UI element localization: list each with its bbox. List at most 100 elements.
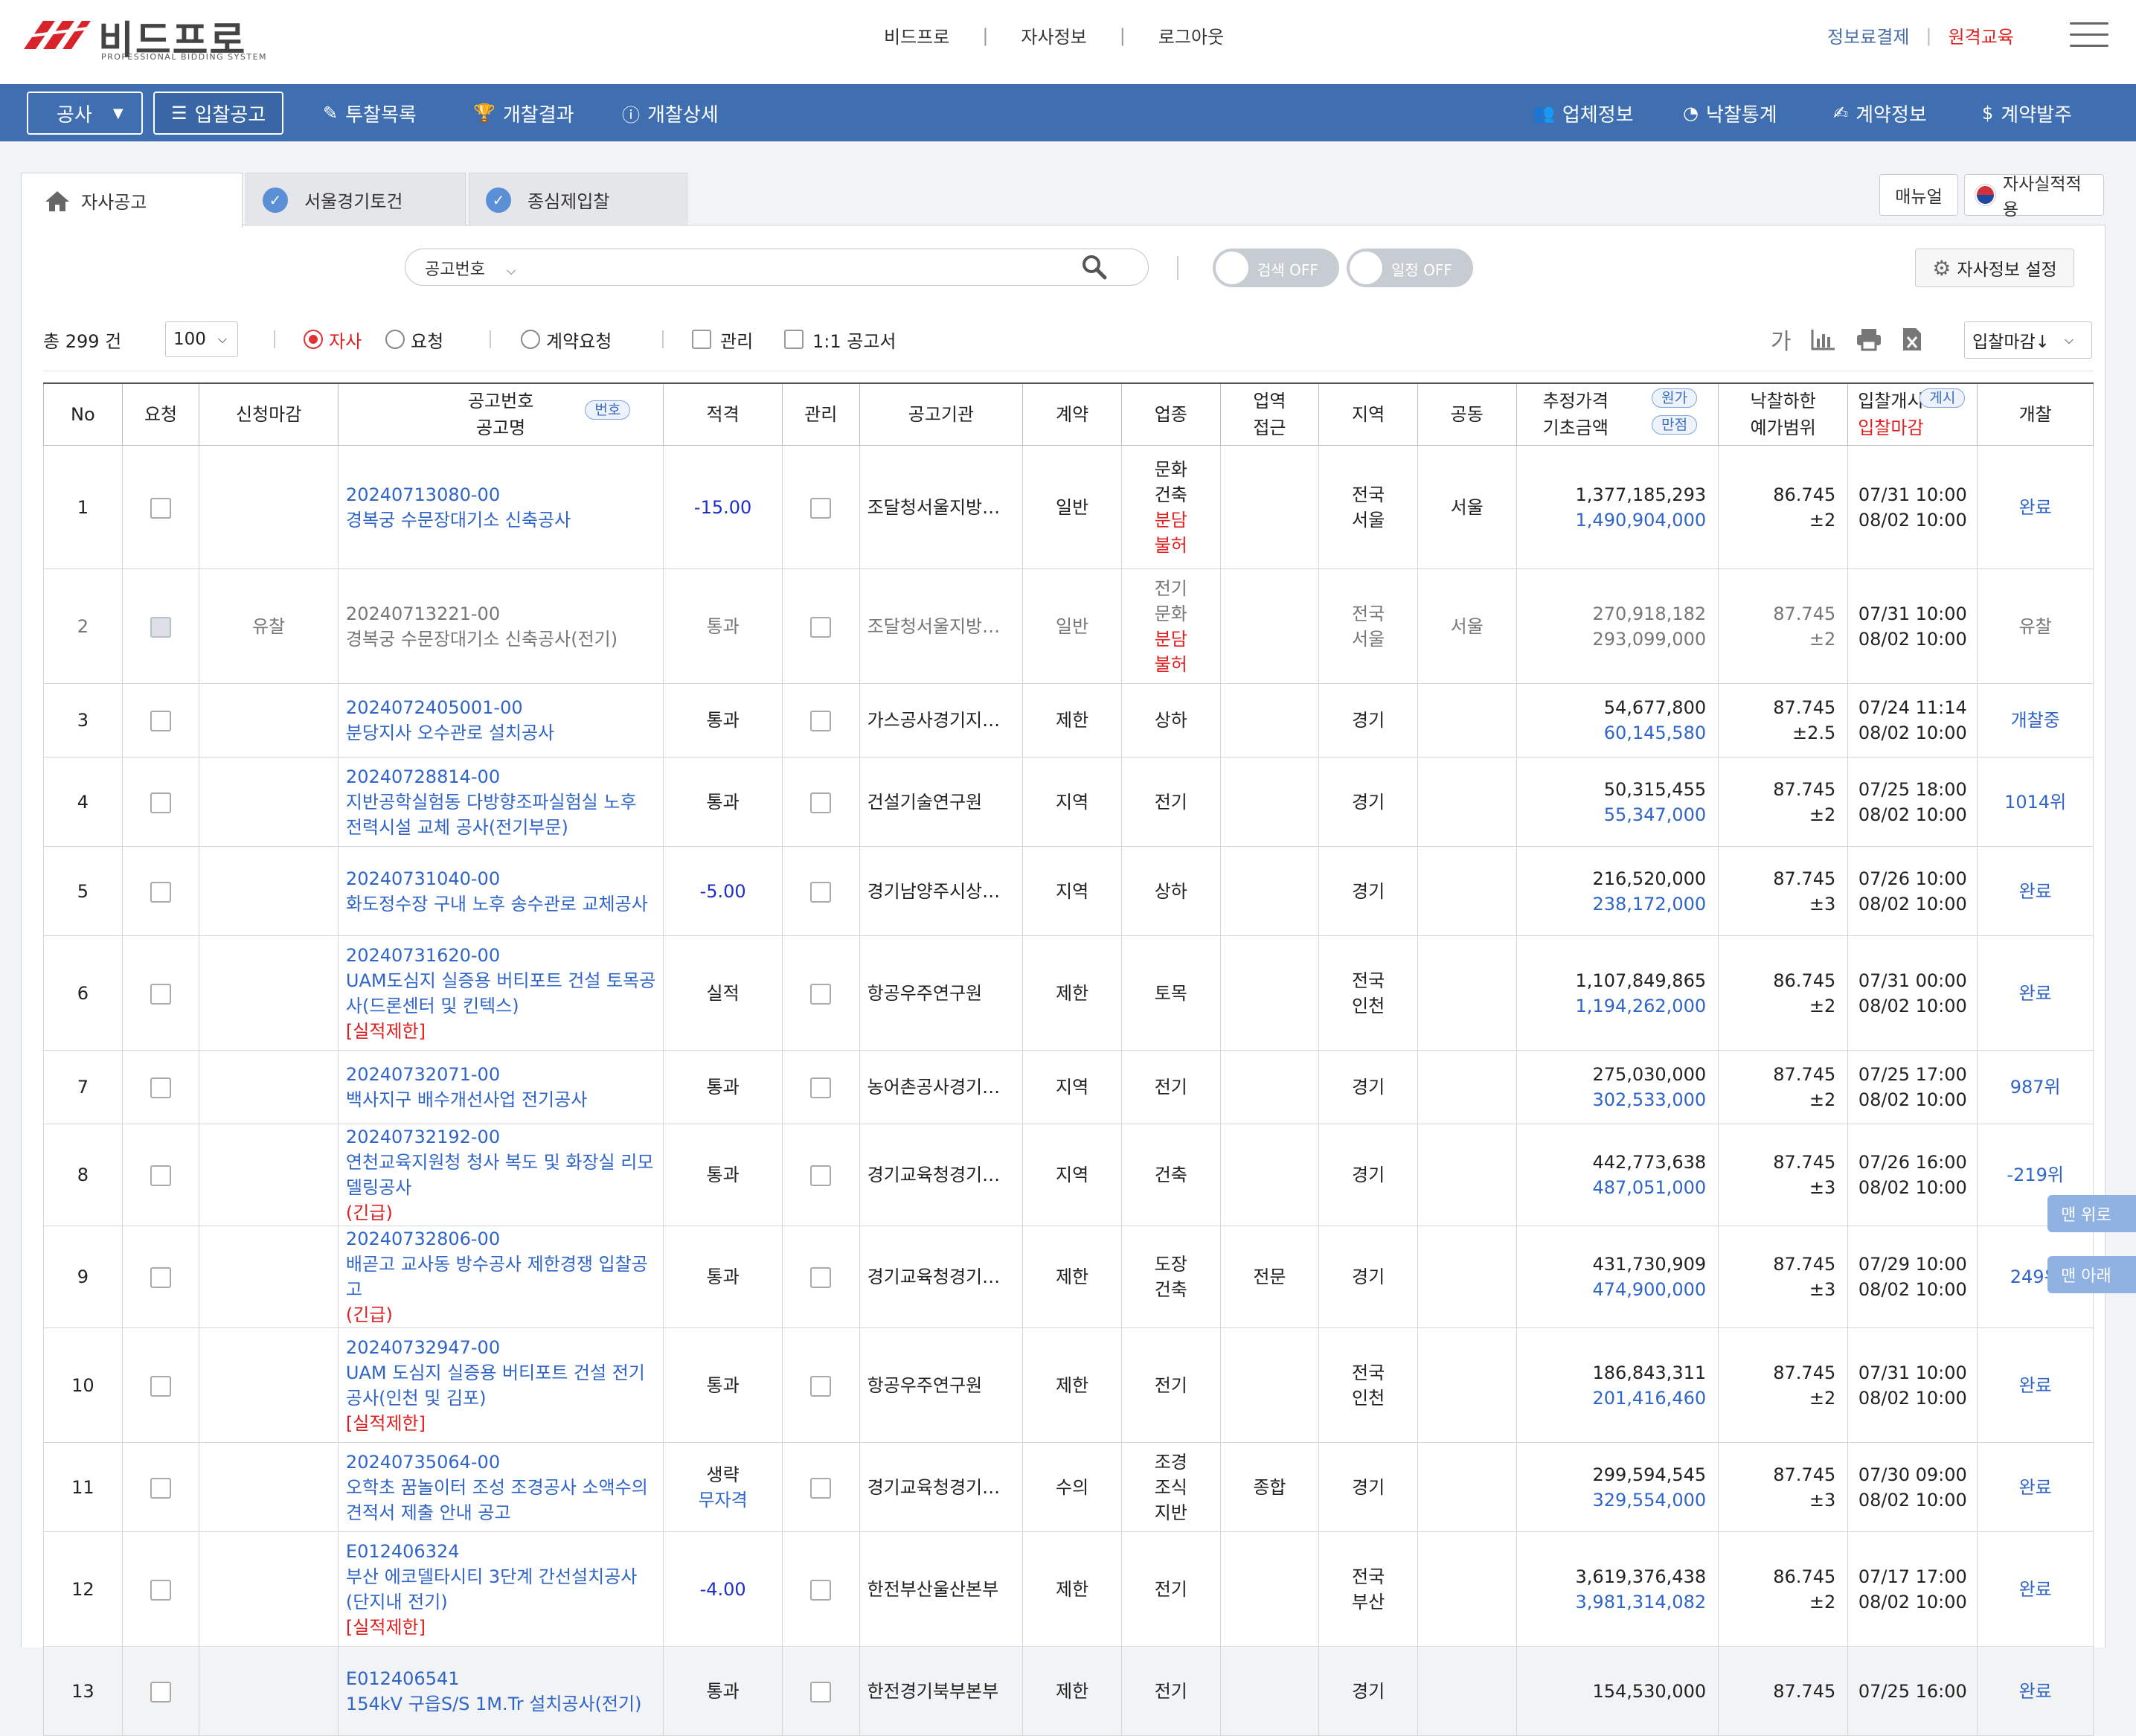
opening-status[interactable]: 완료: [1978, 879, 2093, 904]
cell-opening[interactable]: 완료: [1977, 1442, 2094, 1532]
opening-status[interactable]: 완료: [1978, 1577, 2093, 1602]
manage-checkbox[interactable]: [810, 792, 832, 813]
nav-opening-detail[interactable]: ⓘ 개찰상세: [622, 92, 719, 135]
check-one-to-one[interactable]: 1:1 공고서: [784, 320, 897, 359]
request-checkbox[interactable]: [150, 1579, 172, 1601]
opening-status[interactable]: 유찰: [1978, 614, 2093, 639]
cell-manage[interactable]: [781, 445, 860, 569]
notice-code[interactable]: 20240732806-00: [346, 1226, 657, 1252]
cost-pill[interactable]: 원가: [1652, 388, 1698, 408]
base-amount-value[interactable]: 60,145,580: [1517, 720, 1706, 746]
notice-code[interactable]: E012406541: [346, 1666, 657, 1691]
notice-title[interactable]: 화도정수장 구내 노후 송수관로 교체공사: [346, 891, 657, 917]
request-checkbox[interactable]: [150, 1375, 172, 1397]
manage-checkbox[interactable]: [810, 1477, 832, 1499]
cell-request[interactable]: [121, 1050, 200, 1124]
link-logout[interactable]: 로그아웃: [1158, 22, 1224, 48]
cell-opening[interactable]: 개찰중: [1977, 683, 2094, 758]
notice-title[interactable]: 백사지구 배수개선사업 전기공사: [346, 1087, 657, 1112]
base-amount-value[interactable]: 55,347,000: [1517, 802, 1706, 827]
opening-status[interactable]: -219위: [1978, 1162, 2093, 1188]
cell-request[interactable]: [121, 1442, 200, 1532]
cell-opening[interactable]: 1014위: [1977, 757, 2094, 847]
cell-manage[interactable]: [781, 1124, 860, 1226]
base-amount-value[interactable]: 302,533,000: [1517, 1087, 1706, 1112]
cell-opening[interactable]: 완료: [1977, 445, 2094, 569]
request-checkbox[interactable]: [150, 881, 172, 903]
link-remote-education[interactable]: 원격교육: [1949, 22, 2014, 48]
manage-checkbox[interactable]: [810, 497, 832, 519]
request-checkbox[interactable]: [150, 1681, 172, 1703]
cell-manage[interactable]: [781, 683, 860, 758]
checkbox[interactable]: [784, 330, 804, 349]
cell-notice[interactable]: E012406324 부산 에코델타시티 3단계 간선설치공사(단지내 전기) [실…: [337, 1531, 664, 1647]
notice-code[interactable]: 20240732192-00: [346, 1124, 657, 1150]
request-checkbox[interactable]: [150, 1077, 172, 1098]
cell-notice[interactable]: 20240732192-00 연천교육지원청 청사 복도 및 화장실 리모델링공사…: [337, 1124, 664, 1226]
base-amount-value[interactable]: 1,194,262,000: [1517, 993, 1707, 1019]
cell-opening[interactable]: 완료: [1977, 846, 2094, 936]
opening-status[interactable]: 완료: [1978, 1475, 2093, 1500]
cell-manage[interactable]: [781, 1646, 860, 1736]
nav-award-stats[interactable]: ◔ 낙찰통계: [1683, 92, 1777, 135]
base-amount-value[interactable]: 487,051,000: [1517, 1175, 1706, 1200]
notice-code[interactable]: 20240713221-00: [346, 601, 657, 627]
manual-button[interactable]: 매뉴얼: [1879, 174, 1958, 216]
notice-title[interactable]: 경복궁 수문장대기소 신축공사(전기): [346, 627, 657, 652]
sort-select[interactable]: 입찰마감↓ ⌵: [1964, 321, 2092, 359]
opening-status[interactable]: 완료: [1978, 1373, 2093, 1398]
notice-code[interactable]: 20240735064-00: [346, 1450, 657, 1475]
cell-request[interactable]: [121, 1646, 200, 1736]
table-row[interactable]: 12 E012406324 부산 에코델타시티 3단계 간선설치공사(단지내 전기)…: [43, 1531, 2094, 1647]
hamburger-menu-icon[interactable]: [2070, 22, 2108, 48]
table-row[interactable]: 4 20240728814-00 지반공학실험동 다방향조파실험실 노후 전력시설 …: [43, 757, 2094, 847]
opening-status[interactable]: 987위: [1978, 1074, 2093, 1100]
font-size-icon[interactable]: 가: [1771, 323, 1792, 356]
notice-title[interactable]: UAM도심지 실증용 버티포트 건설 토목공사(드론센터 및 킨텍스): [346, 968, 657, 1019]
notice-title[interactable]: 연천교육지원청 청사 복도 및 화장실 리모델링공사: [346, 1150, 657, 1200]
cell-notice[interactable]: 20240732806-00 배곧고 교사동 방수공사 제한경쟁 입찰공고 (긴급): [337, 1226, 664, 1328]
cell-request[interactable]: [121, 445, 200, 569]
request-checkbox[interactable]: [150, 1477, 172, 1499]
notice-title[interactable]: 부산 에코델타시티 3단계 간선설치공사(단지내 전기): [346, 1564, 657, 1615]
cell-request[interactable]: [121, 757, 200, 847]
cell-request[interactable]: [121, 568, 200, 684]
nav-contract-order[interactable]: $ 계약발주: [1982, 92, 2072, 135]
table-row[interactable]: 7 20240732071-00 백사지구 배수개선사업 전기공사 통과 농어촌공사경기…: [43, 1050, 2094, 1124]
request-checkbox[interactable]: [150, 983, 172, 1005]
cell-request[interactable]: [121, 846, 200, 936]
cell-request[interactable]: [121, 935, 200, 1051]
notice-code[interactable]: 20240731040-00: [346, 866, 657, 891]
cell-notice[interactable]: 20240728814-00 지반공학실험동 다방향조파실험실 노후 전력시설 교…: [337, 757, 664, 847]
opening-status[interactable]: 1014위: [1978, 789, 2093, 815]
cell-notice[interactable]: 20240713221-00 경복궁 수문장대기소 신축공사(전기): [337, 568, 664, 684]
cell-opening[interactable]: 완료: [1977, 1327, 2094, 1443]
table-row[interactable]: 13 E012406541 154kV 구읍S/S 1M.Tr 설치공사(전기) 통과…: [43, 1646, 2094, 1736]
notice-title[interactable]: UAM 도심지 실증용 버티포트 건설 전기공사(인천 및 김포): [346, 1360, 657, 1411]
base-amount-value[interactable]: 201,416,460: [1517, 1386, 1706, 1411]
cell-manage[interactable]: [781, 1442, 860, 1532]
search-bar[interactable]: 공고번호 ⌵: [405, 249, 1149, 286]
radio-company[interactable]: 자사: [304, 320, 362, 359]
schedule-toggle[interactable]: 일정 OFF: [1347, 249, 1473, 287]
request-checkbox[interactable]: [150, 497, 172, 519]
cell-request[interactable]: [121, 1531, 200, 1647]
check-manage[interactable]: 관리: [692, 320, 753, 359]
cell-opening[interactable]: 유찰: [1977, 568, 2094, 684]
print-icon[interactable]: [1856, 327, 1882, 351]
manage-checkbox[interactable]: [810, 1375, 832, 1397]
notice-code[interactable]: 2024072405001-00: [346, 695, 657, 720]
opening-status[interactable]: 완료: [1978, 981, 2093, 1006]
cell-manage[interactable]: [781, 568, 860, 684]
scroll-top-button[interactable]: 맨 위로: [2047, 1195, 2136, 1232]
base-amount-value[interactable]: 293,099,000: [1517, 627, 1706, 652]
search-icon[interactable]: [1081, 254, 1108, 281]
cell-request[interactable]: [121, 683, 200, 758]
cell-opening[interactable]: 완료: [1977, 935, 2094, 1051]
search-toggle[interactable]: 검색 OFF: [1213, 249, 1339, 287]
table-row[interactable]: 10 20240732947-00 UAM 도심지 실증용 버티포트 건설 전기공사…: [43, 1327, 2094, 1443]
category-select[interactable]: 공사 ▼: [27, 92, 143, 135]
radio-button[interactable]: [304, 330, 323, 349]
cell-notice[interactable]: 20240732071-00 백사지구 배수개선사업 전기공사: [337, 1050, 664, 1124]
opening-status[interactable]: 개찰중: [1978, 708, 2093, 733]
